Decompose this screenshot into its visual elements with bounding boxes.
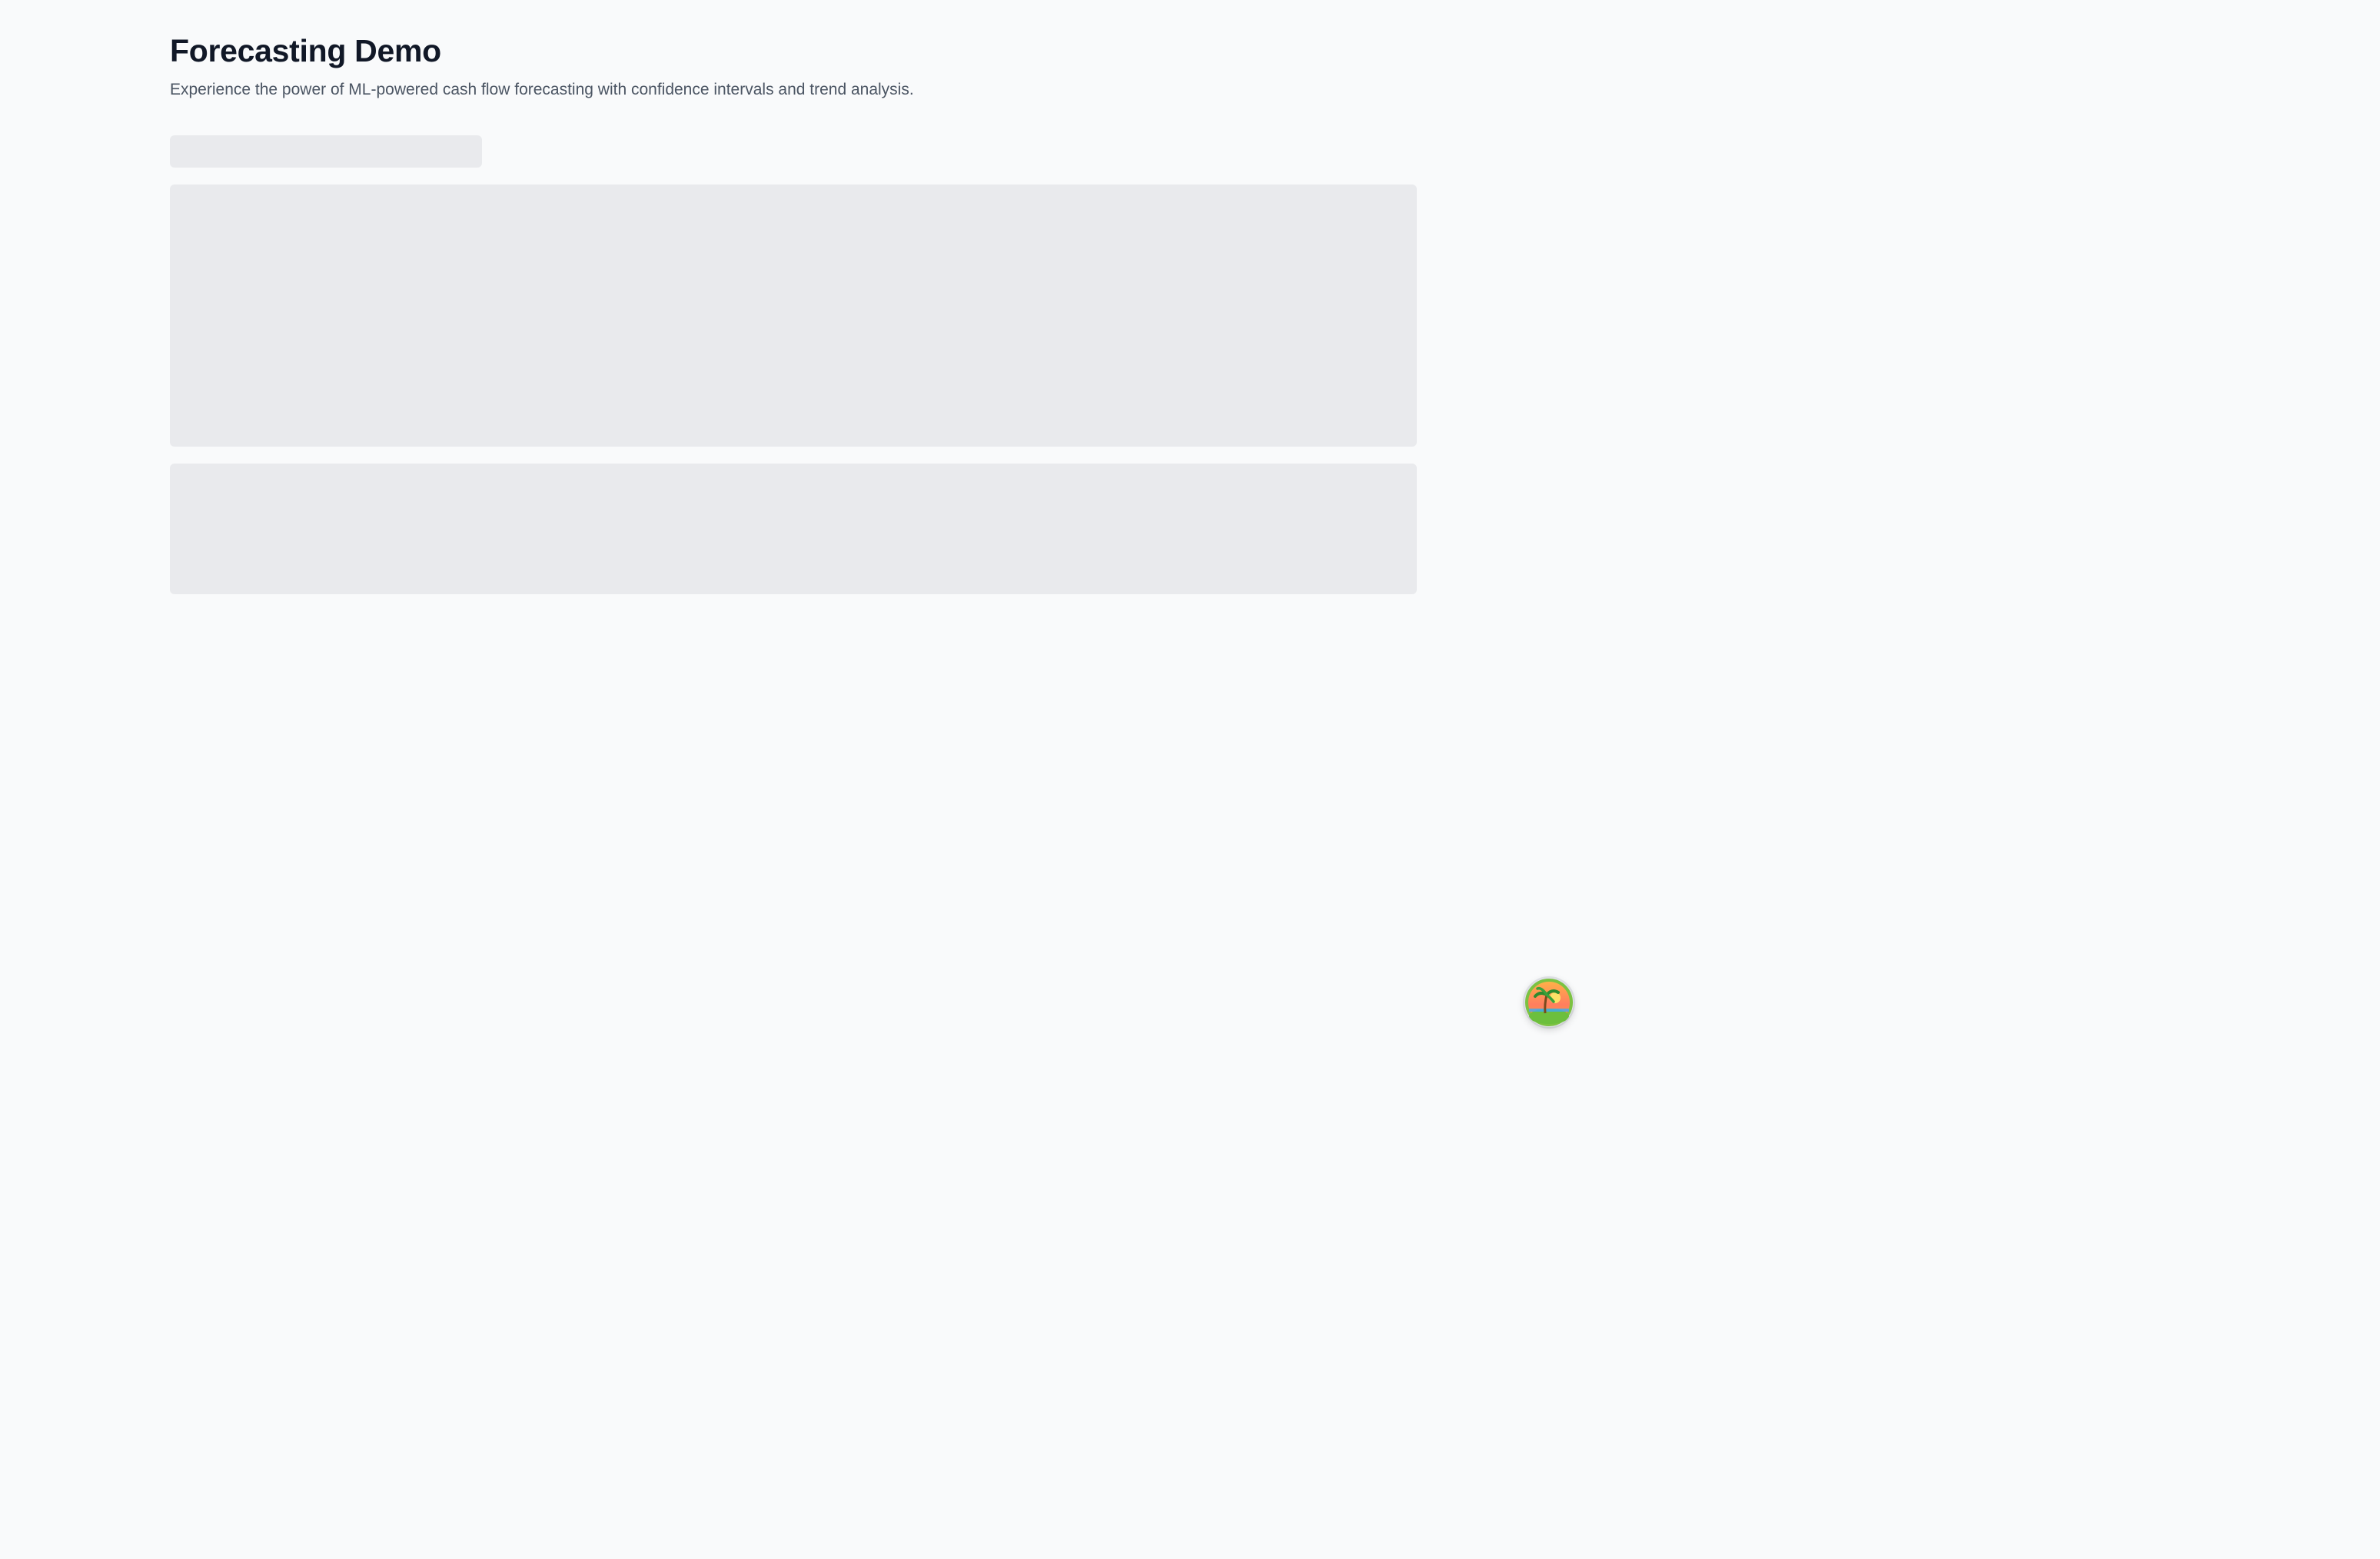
page-title: Forecasting Demo [170,33,441,68]
palm-tree-sunset-icon [1525,979,1573,1026]
tabs-loading-skeleton [170,135,482,168]
floating-assistant-button[interactable] [1524,978,1574,1027]
chart-loading-skeleton [170,184,1417,447]
page-subtitle: Experience the power of ML-powered cash … [170,81,914,98]
page-header: Forecasting Demo Experience the power of… [170,31,1417,101]
summary-loading-skeleton [170,464,1417,594]
